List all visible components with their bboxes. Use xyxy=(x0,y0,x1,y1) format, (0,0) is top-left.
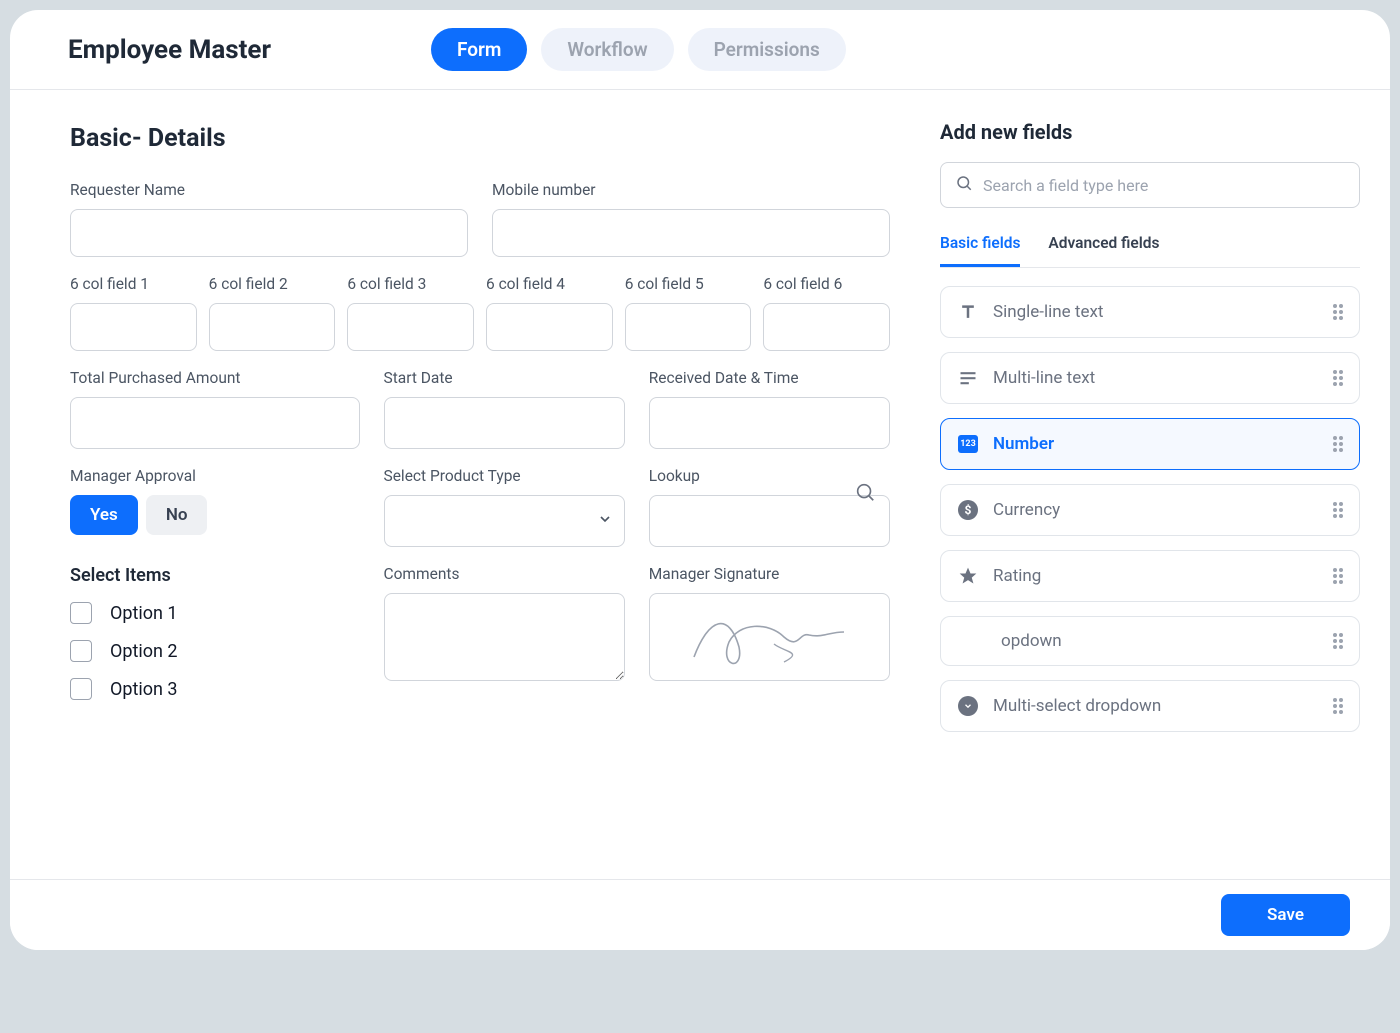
label-product-type: Select Product Type xyxy=(384,467,625,485)
input-requester-name[interactable] xyxy=(70,209,468,257)
label-comments: Comments xyxy=(384,565,625,583)
field-type-multi-line[interactable]: Multi-line text xyxy=(940,352,1360,404)
tab-form[interactable]: Form xyxy=(431,28,527,71)
label-total-purchased: Total Purchased Amount xyxy=(70,369,360,387)
text-icon xyxy=(957,301,979,323)
input-6col-6[interactable] xyxy=(763,303,890,351)
field-type-rating[interactable]: Rating xyxy=(940,550,1360,602)
label-6col-1: 6 col field 1 xyxy=(70,275,197,293)
signature-pad[interactable] xyxy=(649,593,890,681)
select-items-title: Select Items xyxy=(70,565,360,586)
star-icon xyxy=(957,565,979,587)
multiline-icon xyxy=(957,367,979,389)
palette-title: Add new fields xyxy=(940,120,1360,144)
palette-tabs: Basic fields Advanced fields xyxy=(940,226,1360,268)
input-start-date[interactable] xyxy=(384,397,625,449)
drag-handle-icon xyxy=(1333,698,1343,714)
label-start-date: Start Date xyxy=(384,369,625,387)
input-6col-4[interactable] xyxy=(486,303,613,351)
field-palette: Add new fields Basic fields Advanced fie… xyxy=(930,90,1390,879)
label-6col-5: 6 col field 5 xyxy=(625,275,752,293)
tab-basic-fields[interactable]: Basic fields xyxy=(940,226,1020,267)
content: Basic- Details Requester Name Mobile num… xyxy=(10,90,1390,879)
field-type-currency[interactable]: $ Currency xyxy=(940,484,1360,536)
page-title: Employee Master xyxy=(68,35,271,65)
label-requester-name: Requester Name xyxy=(70,181,468,199)
section-title: Basic- Details xyxy=(70,124,890,153)
toggle-yes[interactable]: Yes xyxy=(70,495,138,535)
option-2-label: Option 2 xyxy=(110,641,178,662)
label-signature: Manager Signature xyxy=(649,565,890,583)
input-received-dt[interactable] xyxy=(649,397,890,449)
field-type-label: Multi-line text xyxy=(993,368,1319,388)
label-manager-approval: Manager Approval xyxy=(70,467,360,485)
field-type-number[interactable]: 123 Number xyxy=(940,418,1360,470)
drag-handle-icon xyxy=(1333,304,1343,320)
search-icon xyxy=(955,174,973,196)
save-button[interactable]: Save xyxy=(1221,894,1350,936)
field-type-label: Single-line text xyxy=(993,302,1319,322)
input-6col-3[interactable] xyxy=(347,303,474,351)
currency-icon: $ xyxy=(957,499,979,521)
field-type-label: Rating xyxy=(993,566,1319,586)
label-6col-6: 6 col field 6 xyxy=(763,275,890,293)
form-canvas: Basic- Details Requester Name Mobile num… xyxy=(10,90,930,879)
input-6col-5[interactable] xyxy=(625,303,752,351)
app-window: Employee Master Form Workflow Permission… xyxy=(10,10,1390,950)
field-type-dropdown-partial[interactable]: opdown xyxy=(940,616,1360,666)
option-1-label: Option 1 xyxy=(110,603,178,624)
search-icon xyxy=(854,481,876,507)
checkbox-option-2[interactable] xyxy=(70,640,92,662)
field-type-label: Currency xyxy=(993,500,1319,520)
option-3-label: Option 3 xyxy=(110,679,178,700)
footer: Save xyxy=(10,879,1390,950)
field-type-label: opdown xyxy=(1001,631,1319,651)
drag-handle-icon xyxy=(1333,370,1343,386)
field-type-label: Number xyxy=(993,434,1319,454)
field-type-label: Multi-select dropdown xyxy=(993,696,1319,716)
input-mobile[interactable] xyxy=(492,209,890,257)
field-type-single-line[interactable]: Single-line text xyxy=(940,286,1360,338)
main-tabs: Form Workflow Permissions xyxy=(431,28,846,71)
tab-advanced-fields[interactable]: Advanced fields xyxy=(1048,226,1159,267)
six-col-row: 6 col field 1 6 col field 2 6 col field … xyxy=(70,275,890,351)
chevron-circle-icon xyxy=(957,695,979,717)
signature-scribble-icon xyxy=(684,602,854,672)
drag-handle-icon xyxy=(1333,502,1343,518)
field-search[interactable] xyxy=(940,162,1360,208)
drag-handle-icon xyxy=(1333,633,1343,649)
drag-handle-icon xyxy=(1333,568,1343,584)
number-icon: 123 xyxy=(957,433,979,455)
label-6col-2: 6 col field 2 xyxy=(209,275,336,293)
field-type-multiselect-dropdown[interactable]: Multi-select dropdown xyxy=(940,680,1360,732)
topbar: Employee Master Form Workflow Permission… xyxy=(10,10,1390,90)
field-search-input[interactable] xyxy=(983,176,1345,195)
label-6col-3: 6 col field 3 xyxy=(347,275,474,293)
label-received-dt: Received Date & Time xyxy=(649,369,890,387)
drag-handle-icon xyxy=(1333,436,1343,452)
label-mobile: Mobile number xyxy=(492,181,890,199)
input-6col-2[interactable] xyxy=(209,303,336,351)
textarea-comments[interactable] xyxy=(384,593,625,681)
select-product-type[interactable] xyxy=(384,495,625,547)
tab-workflow[interactable]: Workflow xyxy=(541,28,673,71)
checkbox-option-1[interactable] xyxy=(70,602,92,624)
input-total-purchased[interactable] xyxy=(70,397,360,449)
tab-permissions[interactable]: Permissions xyxy=(688,28,846,71)
checkbox-option-3[interactable] xyxy=(70,678,92,700)
toggle-no[interactable]: No xyxy=(146,495,208,535)
input-6col-1[interactable] xyxy=(70,303,197,351)
label-6col-4: 6 col field 4 xyxy=(486,275,613,293)
field-type-list: Single-line text Multi-line text 123 Num… xyxy=(940,286,1360,732)
